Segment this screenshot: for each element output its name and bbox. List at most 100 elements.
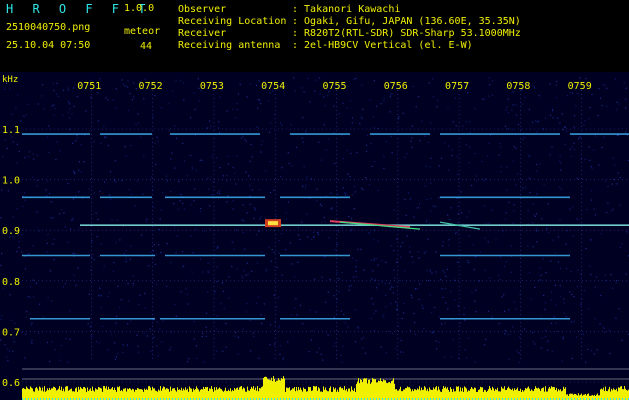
noise-speck (366, 134, 368, 136)
noise-speck (111, 333, 113, 335)
power-bar (269, 379, 270, 400)
noise-speck (75, 140, 77, 142)
noise-speck (441, 245, 444, 247)
noise-speck (45, 189, 47, 191)
noise-speck (371, 278, 373, 280)
power-bar (527, 387, 528, 400)
power-bar (159, 390, 160, 400)
noise-speck (245, 140, 247, 142)
noise-speck (306, 176, 308, 178)
power-bar (45, 391, 46, 400)
noise-speck (584, 120, 586, 122)
noise-speck (56, 141, 58, 143)
noise-speck (421, 120, 423, 122)
noise-speck (539, 163, 541, 165)
power-bar (494, 390, 495, 400)
power-bar (179, 389, 180, 400)
noise-speck (260, 103, 262, 105)
noise-speck (429, 166, 432, 168)
power-bar (596, 394, 597, 400)
noise-speck (598, 88, 600, 90)
noise-speck (79, 227, 81, 229)
noise-speck (186, 361, 189, 363)
power-bar (81, 388, 82, 400)
noise-speck (46, 195, 48, 197)
noise-speck (608, 329, 610, 331)
noise-speck (216, 315, 218, 317)
power-bar (280, 380, 281, 400)
noise-speck (211, 194, 213, 196)
file-name: 2510040750.png (6, 22, 91, 33)
noise-speck (201, 336, 203, 338)
noise-speck (144, 78, 146, 80)
noise-speck (258, 296, 260, 298)
noise-speck (152, 116, 154, 118)
power-bar (163, 386, 164, 400)
noise-speck (418, 257, 420, 259)
power-bar (564, 388, 565, 400)
noise-speck (166, 285, 168, 287)
noise-speck (594, 287, 596, 289)
noise-speck (336, 243, 338, 245)
noise-speck (515, 184, 517, 186)
noise-speck (180, 193, 182, 195)
noise-speck (483, 179, 485, 181)
noise-speck (191, 168, 194, 170)
noise-speck (128, 188, 130, 191)
power-bar (620, 386, 621, 400)
noise-speck (15, 107, 17, 109)
power-bar (255, 387, 256, 400)
noise-speck (484, 237, 486, 239)
power-bar (36, 387, 37, 400)
noise-speck (334, 342, 336, 344)
noise-speck (214, 291, 216, 293)
noise-speck (535, 120, 537, 122)
noise-speck (355, 77, 357, 80)
noise-speck (400, 245, 402, 248)
noise-speck (521, 103, 523, 105)
noise-speck (353, 78, 355, 81)
noise-speck (563, 312, 565, 314)
noise-speck (43, 108, 45, 110)
noise-speck (72, 198, 74, 200)
noise-speck (432, 78, 434, 80)
noise-speck (388, 282, 391, 284)
noise-speck (178, 180, 180, 183)
noise-speck (607, 185, 609, 188)
location-value: : Ogaki, Gifu, JAPAN (136.60E, 35.35N) (292, 16, 521, 27)
noise-speck (107, 349, 109, 351)
time-tick-label: 0753 (200, 81, 224, 92)
power-bar (432, 389, 433, 400)
power-bar (146, 388, 147, 400)
noise-speck (8, 350, 10, 352)
noise-speck (517, 173, 519, 175)
noise-speck (403, 312, 405, 314)
noise-speck (501, 296, 503, 298)
noise-speck (172, 90, 174, 92)
noise-speck (113, 262, 115, 264)
noise-speck (181, 251, 184, 253)
noise-speck (327, 291, 329, 293)
power-bar (240, 386, 241, 400)
noise-speck (236, 103, 238, 105)
noise-speck (538, 120, 540, 122)
noise-speck (97, 92, 99, 94)
power-bar (277, 380, 278, 400)
noise-speck (404, 157, 406, 159)
noise-speck (536, 121, 539, 123)
noise-speck (380, 346, 382, 348)
noise-speck (341, 361, 343, 363)
power-bar (446, 388, 447, 400)
power-bar (351, 386, 352, 400)
noise-speck (485, 338, 487, 340)
noise-speck (457, 261, 459, 263)
power-bar (371, 382, 372, 400)
meteor-label: meteor (124, 26, 161, 37)
power-bar (531, 389, 532, 400)
noise-speck (299, 239, 301, 241)
power-bar (563, 386, 564, 400)
noise-speck (222, 350, 224, 352)
noise-speck (601, 105, 603, 107)
power-bar (357, 381, 358, 400)
power-bar (407, 386, 408, 400)
